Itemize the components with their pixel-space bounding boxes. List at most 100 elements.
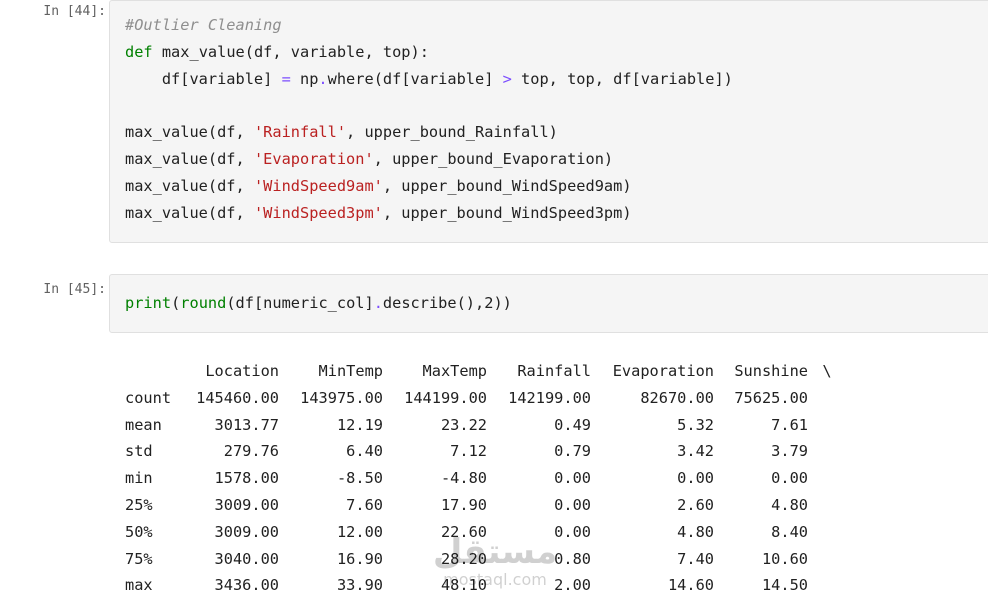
code-token: = xyxy=(281,69,291,88)
table-cell: 3013.77 xyxy=(214,415,279,434)
code-token: . xyxy=(318,69,328,88)
row-label: 25% xyxy=(125,495,153,514)
header-corner xyxy=(125,358,187,385)
table-cell-spacer xyxy=(808,412,846,439)
table-cell-spacer xyxy=(808,438,846,465)
table-cell: 82670.00 xyxy=(640,388,714,407)
table-cell: 16.90 xyxy=(336,549,383,568)
table-cell: 14.50 xyxy=(761,576,808,595)
table-cell: 0.00 xyxy=(554,469,591,488)
code-token: describe(), xyxy=(382,294,485,312)
code-token: 'WindSpeed3pm' xyxy=(253,203,383,222)
code-token: max_value(df, xyxy=(125,123,254,142)
output-row: mean 3013.77 12.19 23.22 0.49 5.32 7.61 xyxy=(125,412,846,439)
code-token: def xyxy=(125,42,153,61)
output-row: 75% 3040.00 16.90 28.20 0.80 7.40 10.60 xyxy=(125,546,846,573)
table-cell: 0.49 xyxy=(554,415,591,434)
line-continuation-marker: \ xyxy=(822,362,832,380)
code-token: max_value(df, xyxy=(125,176,254,195)
code-token: np xyxy=(290,69,319,88)
code-token: print xyxy=(125,294,172,312)
row-label: mean xyxy=(125,415,162,434)
table-cell: 3.42 xyxy=(677,442,714,461)
table-cell: 14.60 xyxy=(667,576,714,595)
code-line: max_value(df, 'WindSpeed9am', upper_boun… xyxy=(125,177,632,195)
code-token: . xyxy=(373,294,383,312)
table-cell: 7.12 xyxy=(450,442,487,461)
column-header: Rainfall xyxy=(517,362,591,380)
row-label: 50% xyxy=(125,522,153,541)
code-token: , upper_bound_WindSpeed9am) xyxy=(382,176,632,195)
code-token: where(df[variable] xyxy=(327,69,503,88)
code-block-45: print(round(df[numeric_col].describe(),2… xyxy=(125,290,512,317)
code-token: 'WindSpeed9am' xyxy=(253,176,383,195)
code-line: df[variable] = np.where(df[variable] > t… xyxy=(125,70,733,88)
table-cell: 23.22 xyxy=(440,415,487,434)
code-line: max_value(df, 'Evaporation', upper_bound… xyxy=(125,150,613,168)
table-cell: 145460.00 xyxy=(196,388,279,407)
code-token: #Outlier Cleaning xyxy=(125,16,282,34)
table-cell: 7.60 xyxy=(346,495,383,514)
code-token: > xyxy=(502,69,512,88)
column-header: Sunshine xyxy=(734,362,808,380)
table-cell: 17.90 xyxy=(440,495,487,514)
row-label: min xyxy=(125,469,153,488)
output-header-row: Location MinTemp MaxTemp Rainfall Evapor… xyxy=(125,358,846,385)
code-line: max_value(df, 'WindSpeed3pm', upper_boun… xyxy=(125,204,632,222)
table-cell-spacer xyxy=(808,492,846,519)
table-cell: 3009.00 xyxy=(214,522,279,541)
table-cell: 142199.00 xyxy=(508,388,591,407)
table-cell: 0.80 xyxy=(554,549,591,568)
output-row: 50% 3009.00 12.00 22.60 0.00 4.80 8.40 xyxy=(125,519,846,546)
code-token: max_value(df, xyxy=(125,203,254,222)
code-token: ( xyxy=(171,294,181,312)
code-token: top, top, df[variable]) xyxy=(511,69,733,88)
table-cell: 3436.00 xyxy=(214,576,279,595)
code-block-44: #Outlier Cleaning def max_value(df, vari… xyxy=(125,12,733,226)
table-cell: 4.80 xyxy=(771,495,808,514)
table-cell: 2.00 xyxy=(554,576,591,595)
code-token: )) xyxy=(493,294,512,312)
table-cell: 7.40 xyxy=(677,549,714,568)
output-row: min 1578.00 -8.50 -4.80 0.00 0.00 0.00 xyxy=(125,465,846,492)
table-cell: 28.20 xyxy=(440,549,487,568)
table-cell: 0.79 xyxy=(554,442,591,461)
table-cell: 279.76 xyxy=(223,442,279,461)
table-cell: 3040.00 xyxy=(214,549,279,568)
code-token: , upper_bound_WindSpeed3pm) xyxy=(382,203,632,222)
row-label: max xyxy=(125,576,153,595)
column-header: MinTemp xyxy=(318,362,383,380)
table-cell-spacer xyxy=(808,572,846,599)
describe-output-table: Location MinTemp MaxTemp Rainfall Evapor… xyxy=(125,358,846,599)
cell-prompt-44: In [44]: xyxy=(43,4,106,19)
column-header: Evaporation xyxy=(612,362,714,380)
code-token: 'Rainfall' xyxy=(253,123,347,142)
table-cell: 7.61 xyxy=(771,415,808,434)
output-row: std 279.76 6.40 7.12 0.79 3.42 3.79 xyxy=(125,438,846,465)
code-line: print(round(df[numeric_col].describe(),2… xyxy=(125,294,512,312)
table-cell: -8.50 xyxy=(336,469,383,488)
table-cell: 2.60 xyxy=(677,495,714,514)
table-cell-spacer xyxy=(808,519,846,546)
code-token: , upper_bound_Evaporation) xyxy=(373,149,614,168)
table-cell: 4.80 xyxy=(677,522,714,541)
code-token: (df[numeric_col] xyxy=(226,294,374,312)
output-row: 25% 3009.00 7.60 17.90 0.00 2.60 4.80 xyxy=(125,492,846,519)
table-cell: 0.00 xyxy=(771,469,808,488)
table-cell: 8.40 xyxy=(771,522,808,541)
code-token: round xyxy=(180,294,227,312)
table-cell-spacer xyxy=(808,546,846,573)
row-label: count xyxy=(125,388,172,407)
code-token: 'Evaporation' xyxy=(253,149,374,168)
table-cell: 33.90 xyxy=(336,576,383,595)
code-line: #Outlier Cleaning xyxy=(125,16,282,34)
code-token: df[variable] xyxy=(125,69,282,88)
table-cell: 6.40 xyxy=(346,442,383,461)
table-cell: 12.19 xyxy=(336,415,383,434)
table-cell-spacer xyxy=(808,385,846,412)
table-cell: 22.60 xyxy=(440,522,487,541)
table-cell: 0.00 xyxy=(554,495,591,514)
table-cell: 10.60 xyxy=(761,549,808,568)
code-token: , upper_bound_Rainfall) xyxy=(346,123,558,142)
table-cell: 3.79 xyxy=(771,442,808,461)
